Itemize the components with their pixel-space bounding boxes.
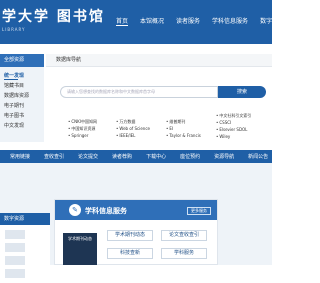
database-link[interactable]: 中文社科引文索引 — [216, 112, 251, 119]
subject-services-card: ✎ 学科信息服务 更多服务 学术期刊动态 学术期刊动态 论文查收查引 科技查新 … — [54, 199, 218, 265]
search-button[interactable]: 搜索 — [218, 86, 266, 98]
service-button[interactable]: 论文查收查引 — [161, 230, 207, 241]
subject-services-header: ✎ 学科信息服务 更多服务 — [55, 200, 217, 220]
sidebar-item-chinese-discovery[interactable]: 中文发现 — [0, 121, 44, 131]
database-link[interactable]: Springer — [68, 132, 97, 139]
resource-logo[interactable] — [5, 256, 25, 265]
digital-resources-title[interactable]: 数字资源 — [0, 213, 50, 225]
service-button[interactable]: 科技查新 — [107, 248, 153, 259]
sidebar-item-ebooks[interactable]: 电子图书 — [0, 111, 44, 121]
quick-link[interactable]: 查收查引 — [44, 153, 64, 160]
database-column-3: 维普期刊 EI Taylor & Francis — [166, 118, 201, 139]
database-column-1: CNKI中国知网 中国知识资源 Springer — [68, 118, 97, 139]
quick-links-bar: 常用链接 查收查引 论文提交 读者荐购 下载中心 座位预约 资源导航 新闻公告 — [0, 150, 272, 163]
search-bar: 请输入您想查找的数据库名称和中文数据库首字母 搜索 — [60, 86, 266, 98]
subject-services-title: 学科信息服务 — [85, 207, 127, 215]
sidebar-title[interactable]: 全部资源 — [0, 54, 44, 67]
top-navigation: 首页 本馆概况 读者服务 学科信息服务 数字资源 — [116, 16, 296, 26]
logo-english: LIBRARY — [2, 27, 26, 32]
sidebar-item-discovery[interactable]: 统一发现 — [0, 71, 44, 81]
quick-link[interactable]: 座位预约 — [180, 153, 200, 160]
database-link[interactable]: EI — [166, 125, 201, 132]
tab-database-navigation[interactable]: 数据库导航 — [46, 54, 272, 67]
digital-resources-logos — [0, 225, 50, 283]
resource-logo[interactable] — [5, 230, 25, 239]
nav-about[interactable]: 本馆概况 — [140, 16, 164, 26]
database-link[interactable]: Elsevier SDOL — [216, 126, 251, 133]
resource-logo[interactable] — [5, 243, 25, 252]
sidebar-item-databases[interactable]: 数据库资源 — [0, 91, 44, 101]
quick-link[interactable]: 资源导航 — [214, 153, 234, 160]
resource-sidebar: 全部资源 统一发现 馆藏书目 数据库资源 电子期刊 电子图书 中文发现 — [0, 54, 44, 142]
database-link[interactable]: Wiley — [216, 133, 251, 140]
database-link[interactable]: IEEE/IEL — [116, 132, 150, 139]
database-link[interactable]: 中国知识资源 — [68, 125, 97, 132]
database-link[interactable]: 万方数据 — [116, 118, 150, 125]
nav-digital-resources[interactable]: 数字资源 — [260, 16, 284, 26]
database-column-2: 万方数据 Web of Science IEEE/IEL — [116, 118, 150, 139]
digital-resources-box: 数字资源 — [0, 213, 50, 278]
quick-link[interactable]: 新闻公告 — [248, 153, 268, 160]
nav-reader-services[interactable]: 读者服务 — [176, 16, 200, 26]
more-services-link[interactable]: 更多服务 — [187, 207, 211, 215]
journal-news-banner[interactable]: 学术期刊动态 — [63, 233, 97, 265]
database-link[interactable]: Taylor & Francis — [166, 132, 201, 139]
sidebar-item-catalog[interactable]: 馆藏书目 — [0, 81, 44, 91]
quick-link[interactable]: 常用链接 — [10, 153, 30, 160]
pencil-icon: ✎ — [69, 204, 81, 216]
database-link[interactable]: Web of Science — [116, 125, 150, 132]
search-input[interactable]: 请输入您想查找的数据库名称和中文数据库首字母 — [60, 86, 218, 98]
database-panel: 数据库导航 请输入您想查找的数据库名称和中文数据库首字母 搜索 CNKI中国知网… — [46, 54, 272, 146]
service-button[interactable]: 学科服务 — [161, 248, 207, 259]
library-logo[interactable]: 学大学 图书馆 LIBRARY — [2, 6, 105, 32]
quick-link[interactable]: 下载中心 — [146, 153, 166, 160]
nav-home[interactable]: 首页 — [116, 16, 129, 26]
logo-chinese: 学大学 图书馆 — [2, 9, 105, 25]
site-header: 学大学 图书馆 LIBRARY 首页 本馆概况 读者服务 学科信息服务 数字资源 — [0, 0, 284, 44]
database-link[interactable]: 维普期刊 — [166, 118, 201, 125]
database-link[interactable]: CSSCI — [216, 119, 251, 126]
quick-link[interactable]: 论文提交 — [78, 153, 98, 160]
resource-logo[interactable] — [5, 269, 25, 278]
database-link[interactable]: CNKI中国知网 — [68, 118, 97, 125]
database-column-4: 中文社科引文索引 CSSCI Elsevier SDOL Wiley — [216, 112, 251, 140]
sidebar-item-ejournals[interactable]: 电子期刊 — [0, 101, 44, 111]
service-button[interactable]: 学术期刊动态 — [107, 230, 153, 241]
quick-link[interactable]: 读者荐购 — [112, 153, 132, 160]
nav-subject-services[interactable]: 学科信息服务 — [212, 16, 248, 26]
